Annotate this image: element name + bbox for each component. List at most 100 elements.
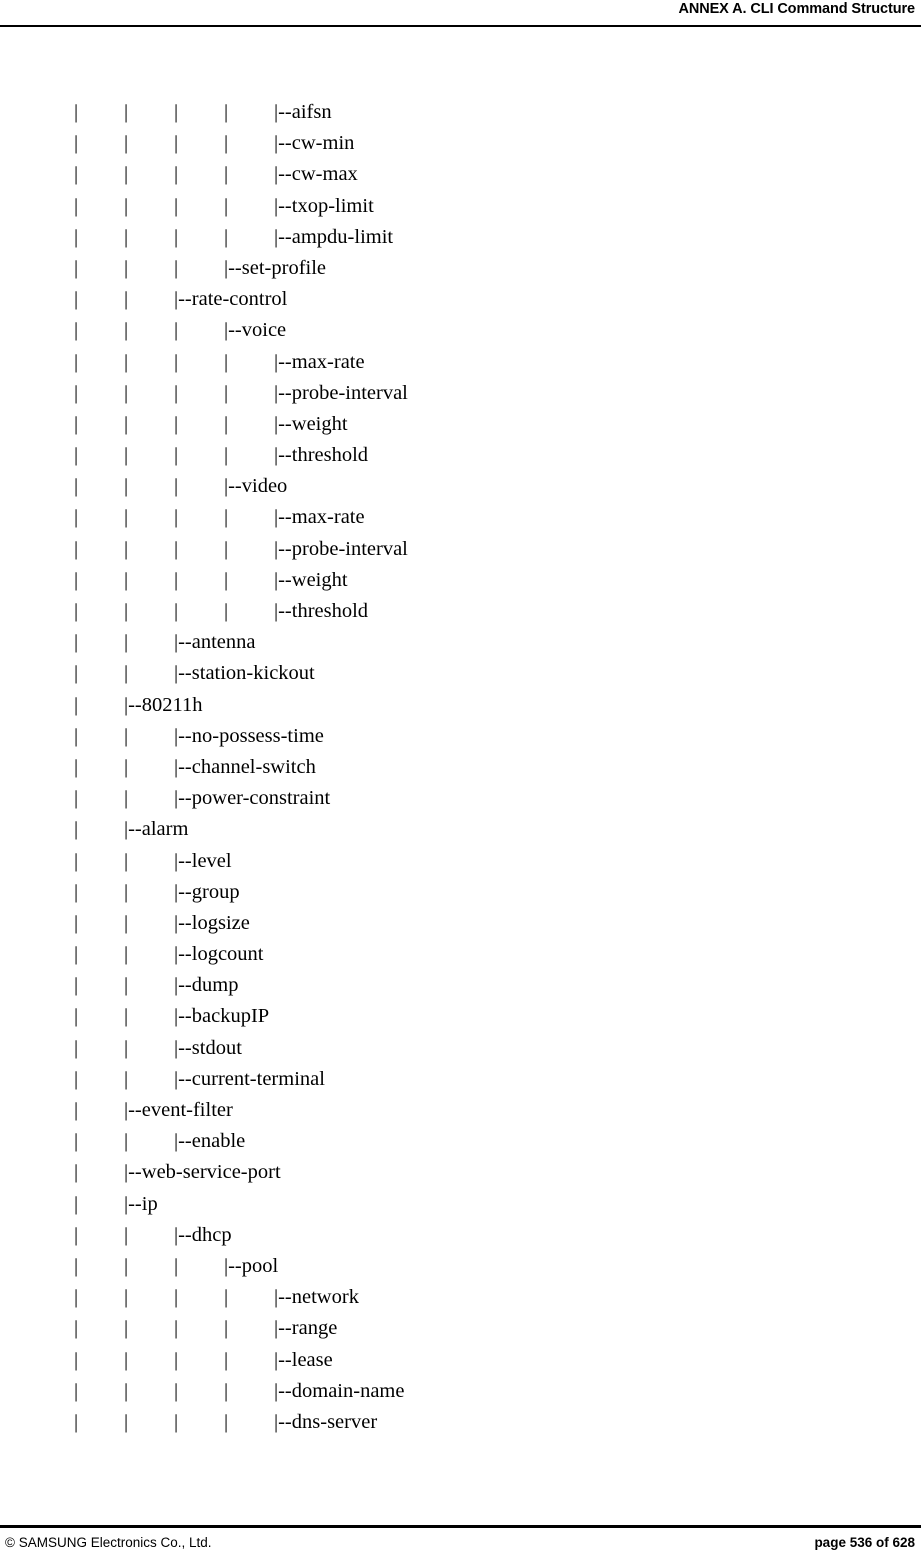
tree-guide-pipe: | bbox=[74, 163, 79, 186]
tree-node-label: channel-switch bbox=[191, 755, 316, 778]
tree-guide-pipe: | bbox=[124, 381, 129, 404]
tree-line: | | | | |-- ampdu-limit bbox=[0, 222, 921, 253]
tree-guide-pipe: | bbox=[74, 631, 79, 654]
tree-node-label: max-rate bbox=[291, 506, 365, 529]
tree-node-label: threshold bbox=[291, 444, 369, 467]
tree-guide-pipe: | bbox=[124, 101, 129, 123]
tree-line: | | | | |-- cw-max bbox=[0, 159, 921, 190]
tree-guide-pipe: | bbox=[174, 475, 179, 498]
tree-branch-connector: |-- bbox=[124, 818, 142, 841]
tree-guide-pipe: | bbox=[174, 568, 179, 591]
tree-guide-pipe: | bbox=[74, 412, 79, 435]
tree-line: | | | | |-- network bbox=[0, 1282, 921, 1313]
tree-guide-pipe: | bbox=[124, 350, 129, 373]
tree-guide-pipe: | bbox=[124, 880, 129, 903]
tree-guide-pipe: | bbox=[174, 1317, 179, 1340]
tree-line: | | | | |-- weight bbox=[0, 565, 921, 596]
tree-guide-pipe: | bbox=[74, 288, 79, 311]
tree-node-label: no-possess-time bbox=[191, 724, 324, 747]
tree-guide-pipe: | bbox=[124, 1286, 129, 1309]
tree-line: | | |-- station-kickout bbox=[0, 658, 921, 689]
tree-guide-pipe: | bbox=[174, 600, 179, 622]
tree-branch-connector: |-- bbox=[124, 1192, 142, 1215]
tree-line: | | | | |-- aifsn bbox=[0, 97, 921, 128]
tree-node-label: rate-control bbox=[191, 288, 288, 311]
tree-branch-connector: |-- bbox=[174, 943, 192, 966]
tree-guide-pipe: | bbox=[174, 319, 179, 342]
tree-guide-pipe: | bbox=[224, 163, 229, 186]
tree-guide-pipe: | bbox=[124, 600, 129, 622]
tree-branch-connector: |-- bbox=[174, 1005, 192, 1028]
tree-node-label: enable bbox=[191, 1130, 246, 1153]
tree-line: | | |-- antenna bbox=[0, 627, 921, 658]
tree-branch-connector: |-- bbox=[174, 724, 192, 747]
tree-line: | | | | |-- txop-limit bbox=[0, 191, 921, 222]
tree-guide-pipe: | bbox=[124, 1005, 129, 1028]
tree-guide-pipe: | bbox=[174, 101, 179, 123]
tree-guide-pipe: | bbox=[124, 225, 129, 248]
tree-guide-pipe: | bbox=[124, 475, 129, 498]
tree-branch-connector: |-- bbox=[274, 600, 292, 622]
tree-node-label: backupIP bbox=[191, 1005, 270, 1028]
tree-guide-pipe: | bbox=[74, 194, 79, 217]
tree-guide-pipe: | bbox=[224, 506, 229, 529]
tree-node-label: group bbox=[191, 880, 240, 903]
tree-branch-connector: |-- bbox=[174, 1130, 192, 1153]
tree-node-label: domain-name bbox=[291, 1379, 405, 1402]
tree-line: | | |-- level bbox=[0, 846, 921, 877]
tree-line: | | | | |-- domain-name bbox=[0, 1376, 921, 1407]
footer-page-number: page 536 of 628 bbox=[814, 1535, 915, 1550]
tree-guide-pipe: | bbox=[174, 1348, 179, 1371]
tree-guide-pipe: | bbox=[124, 1223, 129, 1246]
tree-guide-pipe: | bbox=[174, 537, 179, 560]
tree-guide-pipe: | bbox=[74, 350, 79, 373]
tree-guide-pipe: | bbox=[74, 1254, 79, 1277]
tree-branch-connector: |-- bbox=[274, 1379, 292, 1402]
tree-guide-pipe: | bbox=[124, 1130, 129, 1153]
tree-guide-pipe: | bbox=[174, 132, 179, 155]
tree-guide-pipe: | bbox=[74, 101, 79, 123]
tree-guide-pipe: | bbox=[74, 724, 79, 747]
tree-line: | | | | |-- threshold bbox=[0, 596, 921, 627]
tree-node-label: probe-interval bbox=[291, 381, 408, 404]
header-title: ANNEX A. CLI Command Structure bbox=[678, 1, 915, 17]
tree-line: | |-- 80211h bbox=[0, 690, 921, 721]
tree-guide-pipe: | bbox=[74, 600, 79, 622]
tree-guide-pipe: | bbox=[74, 1036, 79, 1059]
tree-guide-pipe: | bbox=[124, 132, 129, 155]
tree-node-label: dump bbox=[191, 974, 239, 997]
tree-line: | | | |-- pool bbox=[0, 1251, 921, 1282]
tree-guide-pipe: | bbox=[124, 1410, 129, 1433]
tree-line: | | |-- dhcp bbox=[0, 1220, 921, 1251]
tree-node-label: lease bbox=[291, 1348, 333, 1371]
tree-line: | | | |-- set-profile bbox=[0, 253, 921, 284]
tree-guide-pipe: | bbox=[74, 1005, 79, 1028]
tree-node-label: dhcp bbox=[191, 1223, 232, 1246]
tree-guide-pipe: | bbox=[124, 412, 129, 435]
tree-guide-pipe: | bbox=[124, 943, 129, 966]
tree-guide-pipe: | bbox=[74, 1286, 79, 1309]
tree-branch-connector: |-- bbox=[224, 1254, 242, 1277]
tree-guide-pipe: | bbox=[124, 256, 129, 279]
tree-guide-pipe: | bbox=[224, 568, 229, 591]
tree-guide-pipe: | bbox=[224, 1286, 229, 1309]
tree-guide-pipe: | bbox=[124, 194, 129, 217]
tree-line: | | | |-- voice bbox=[0, 315, 921, 346]
tree-node-label: current-terminal bbox=[191, 1067, 325, 1090]
tree-node-label: station-kickout bbox=[191, 662, 315, 685]
tree-node-label: threshold bbox=[291, 600, 369, 622]
tree-line: | | | | |-- dns-server bbox=[0, 1407, 921, 1438]
tree-guide-pipe: | bbox=[74, 1317, 79, 1340]
tree-node-label: antenna bbox=[191, 631, 256, 654]
tree-guide-pipe: | bbox=[124, 849, 129, 872]
tree-guide-pipe: | bbox=[224, 412, 229, 435]
tree-guide-pipe: | bbox=[74, 943, 79, 966]
page-header: ANNEX A. CLI Command Structure bbox=[0, 0, 921, 28]
tree-guide-pipe: | bbox=[174, 381, 179, 404]
tree-line: | |-- event-filter bbox=[0, 1095, 921, 1126]
tree-guide-pipe: | bbox=[124, 1036, 129, 1059]
tree-branch-connector: |-- bbox=[174, 1067, 192, 1090]
tree-node-label: cw-max bbox=[291, 163, 358, 186]
tree-line: | | | | |-- cw-min bbox=[0, 128, 921, 159]
tree-guide-pipe: | bbox=[74, 787, 79, 810]
